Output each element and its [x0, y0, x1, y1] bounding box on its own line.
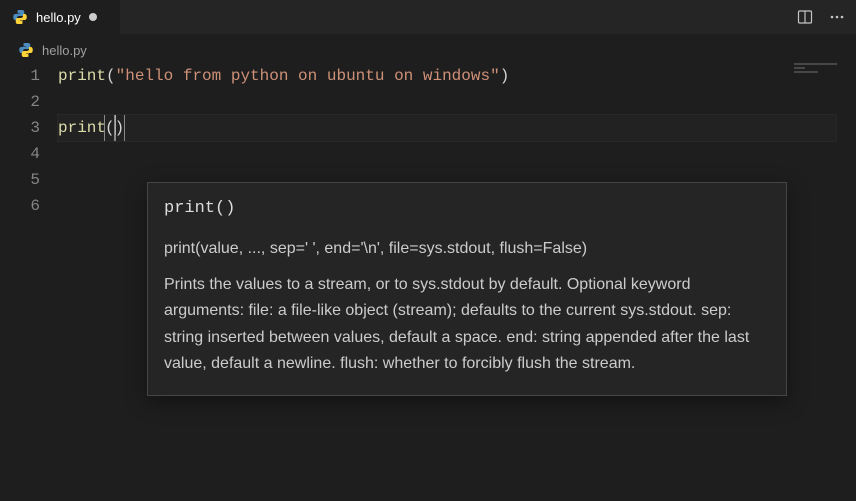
- editor-tab[interactable]: hello.py: [0, 0, 120, 34]
- editor-actions: [786, 0, 856, 34]
- code-line[interactable]: [58, 89, 836, 115]
- tab-bar-spacer: [120, 0, 786, 34]
- more-actions-icon[interactable]: [824, 4, 850, 30]
- signature-help-doc: Prints the values to a stream, or to sys…: [164, 272, 770, 378]
- tab-bar: hello.py: [0, 0, 856, 35]
- line-number: 2: [0, 89, 40, 115]
- code-line[interactable]: print(): [58, 115, 836, 141]
- signature-help-header: print(): [164, 195, 770, 222]
- line-number: 1: [0, 63, 40, 89]
- signature-help-signature: print(value, ..., sep=' ', end='\n', fil…: [164, 236, 770, 262]
- breadcrumb-filename[interactable]: hello.py: [42, 43, 87, 58]
- line-number-gutter: 1 2 3 4 5 6: [0, 63, 58, 219]
- code-line[interactable]: print("hello from python on ubuntu on wi…: [58, 63, 836, 89]
- line-number: 3: [0, 115, 40, 141]
- python-file-icon: [18, 42, 34, 58]
- line-number: 4: [0, 141, 40, 167]
- python-file-icon: [12, 9, 28, 25]
- signature-help-tooltip: print() print(value, ..., sep=' ', end='…: [147, 182, 787, 396]
- tab-filename: hello.py: [36, 10, 81, 25]
- breadcrumb: hello.py: [0, 35, 856, 63]
- split-editor-icon[interactable]: [792, 4, 818, 30]
- line-number: 5: [0, 167, 40, 193]
- unsaved-indicator-icon: [89, 13, 97, 21]
- line-number: 6: [0, 193, 40, 219]
- minimap[interactable]: [794, 63, 848, 73]
- code-line[interactable]: [58, 141, 836, 167]
